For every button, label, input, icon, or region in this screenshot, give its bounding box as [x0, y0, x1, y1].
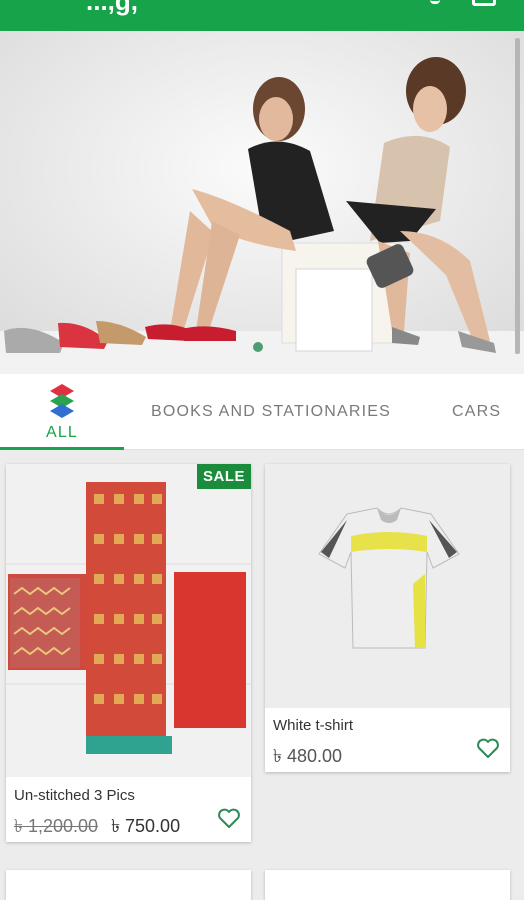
tab-all-label: ALL	[45, 423, 79, 441]
price: ৳ 480.00	[273, 746, 343, 766]
product-card[interactable]: White t-shirt ৳ 480.00	[265, 464, 510, 772]
app-bar: ...,g,	[0, 0, 524, 31]
product-card[interactable]	[6, 870, 251, 900]
product-name: White t-shirt	[273, 717, 354, 734]
price-row: ৳ 1,200.00 ৳ 750.00	[14, 812, 180, 843]
search-icon[interactable]	[430, 0, 440, 4]
tab-all[interactable]: ALL	[0, 374, 124, 450]
price-row: ৳ 480.00	[273, 742, 342, 773]
product-image	[265, 464, 510, 708]
sale-price: ৳ 750.00	[111, 816, 181, 836]
category-tabs: ALL BOOKS AND STATIONARIES CARS	[0, 374, 524, 450]
product-name: Un-stitched 3 Pics	[14, 787, 135, 804]
sale-badge: SALE	[196, 464, 251, 489]
product-card[interactable]	[265, 870, 510, 900]
product-image: SALE	[6, 464, 251, 777]
layers-icon	[50, 383, 74, 418]
tab-cars[interactable]: CARS	[452, 374, 524, 450]
cart-icon[interactable]	[472, 0, 496, 6]
tab-books-and-stationaries[interactable]: BOOKS AND STATIONARIES	[138, 374, 404, 450]
scrollbar[interactable]	[515, 38, 520, 354]
banner-image	[0, 31, 524, 374]
product-card[interactable]: SALE Un-stitched 3 Pics ৳ 1,200.00 ৳ 750…	[6, 464, 251, 842]
promo-banner[interactable]	[0, 31, 524, 374]
original-price: ৳ 1,200.00	[14, 816, 99, 836]
heart-outline-icon[interactable]	[217, 807, 241, 829]
heart-outline-icon[interactable]	[476, 737, 500, 759]
app-title: ...,g,	[86, 0, 138, 16]
